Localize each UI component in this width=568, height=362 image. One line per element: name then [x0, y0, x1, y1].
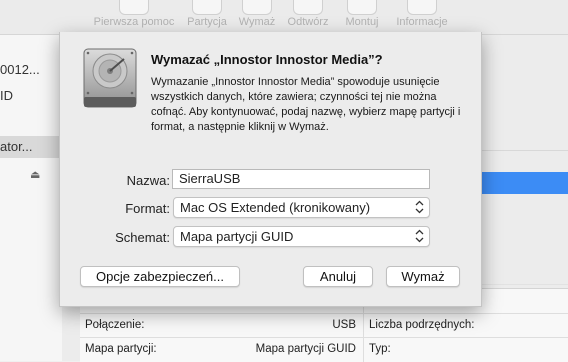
sidebar-item-volume[interactable]: ID	[0, 85, 62, 107]
format-value: Mac OS Extended (kronikowany)	[180, 200, 371, 215]
info-button[interactable]: Informacje	[392, 0, 452, 34]
first-aid-button[interactable]: Pierwsza pomoc	[92, 0, 176, 34]
toolbar: Pierwsza pomoc Partycja Wymaż Odtwórz Mo…	[0, 0, 568, 35]
mount-button[interactable]: Montuj	[340, 0, 384, 34]
right-row	[480, 262, 568, 285]
first-aid-label: Pierwsza pomoc	[93, 16, 175, 28]
dialog-message: Wymazanie „Innostor Innostor Media” spow…	[151, 76, 461, 133]
table-row: Mapa partycji: Mapa partycji GUID Typ:	[80, 337, 568, 361]
usage-bar	[480, 172, 568, 194]
scheme-value: Mapa partycji GUID	[180, 229, 294, 244]
partition-map-value: Mapa partycji GUID	[255, 343, 356, 355]
scheme-select[interactable]: Mapa partycji GUID	[173, 226, 430, 247]
restore-button[interactable]: Odtwórz	[284, 0, 332, 34]
divider	[480, 150, 568, 151]
partition-map-label: Mapa partycji:	[85, 343, 157, 355]
format-label: Format:	[125, 201, 170, 216]
connection-label: Połączenie:	[85, 319, 145, 331]
partition-icon	[192, 0, 222, 15]
mount-icon	[347, 0, 377, 15]
children-label: Liczba podrzędnych:	[369, 319, 475, 331]
chevron-up-down-icon	[415, 229, 424, 243]
connection-value: USB	[332, 319, 356, 331]
sidebar-item-innostor[interactable]: ator...	[0, 136, 62, 158]
type-label: Typ:	[369, 343, 391, 355]
hard-disk-icon	[83, 48, 137, 108]
sidebar: 0012... ID ator... ⏏	[0, 35, 62, 361]
erase-dialog: Wymazać „Innostor Innostor Media”? Wymaz…	[59, 32, 482, 307]
sidebar-item-label: ID	[0, 88, 13, 103]
erase-toolbar-label: Wymaż	[238, 16, 276, 28]
format-select[interactable]: Mac OS Extended (kronikowany)	[173, 197, 430, 218]
name-label: Nazwa:	[126, 173, 170, 188]
security-options-button[interactable]: Opcje zabezpieczeń...	[80, 266, 240, 287]
info-icon	[407, 0, 437, 15]
eject-icon[interactable]: ⏏	[30, 168, 40, 181]
erase-icon	[242, 0, 272, 15]
stethoscope-icon	[119, 0, 149, 15]
cancel-button[interactable]: Anuluj	[303, 266, 373, 287]
erase-toolbar-button[interactable]: Wymaż	[238, 0, 276, 34]
chevron-up-down-icon	[415, 200, 424, 214]
sidebar-item-label: ator...	[0, 139, 33, 154]
scheme-label: Schemat:	[115, 230, 170, 245]
restore-icon	[293, 0, 323, 15]
sidebar-item-disk[interactable]: 0012...	[0, 59, 62, 81]
name-input[interactable]: SierraUSB	[172, 169, 430, 189]
partition-label: Partycja	[187, 16, 227, 28]
dialog-title: Wymazać „Innostor Innostor Media”?	[151, 52, 383, 67]
erase-button[interactable]: Wymaż	[386, 266, 460, 287]
sidebar-item-label: 0012...	[0, 62, 40, 77]
partition-button[interactable]: Partycja	[184, 0, 230, 34]
info-label: Informacje	[396, 16, 448, 28]
table-row: Połączenie: USB Liczba podrzędnych:	[80, 313, 568, 338]
mount-label: Montuj	[345, 16, 379, 28]
restore-label: Odtwórz	[287, 16, 329, 28]
